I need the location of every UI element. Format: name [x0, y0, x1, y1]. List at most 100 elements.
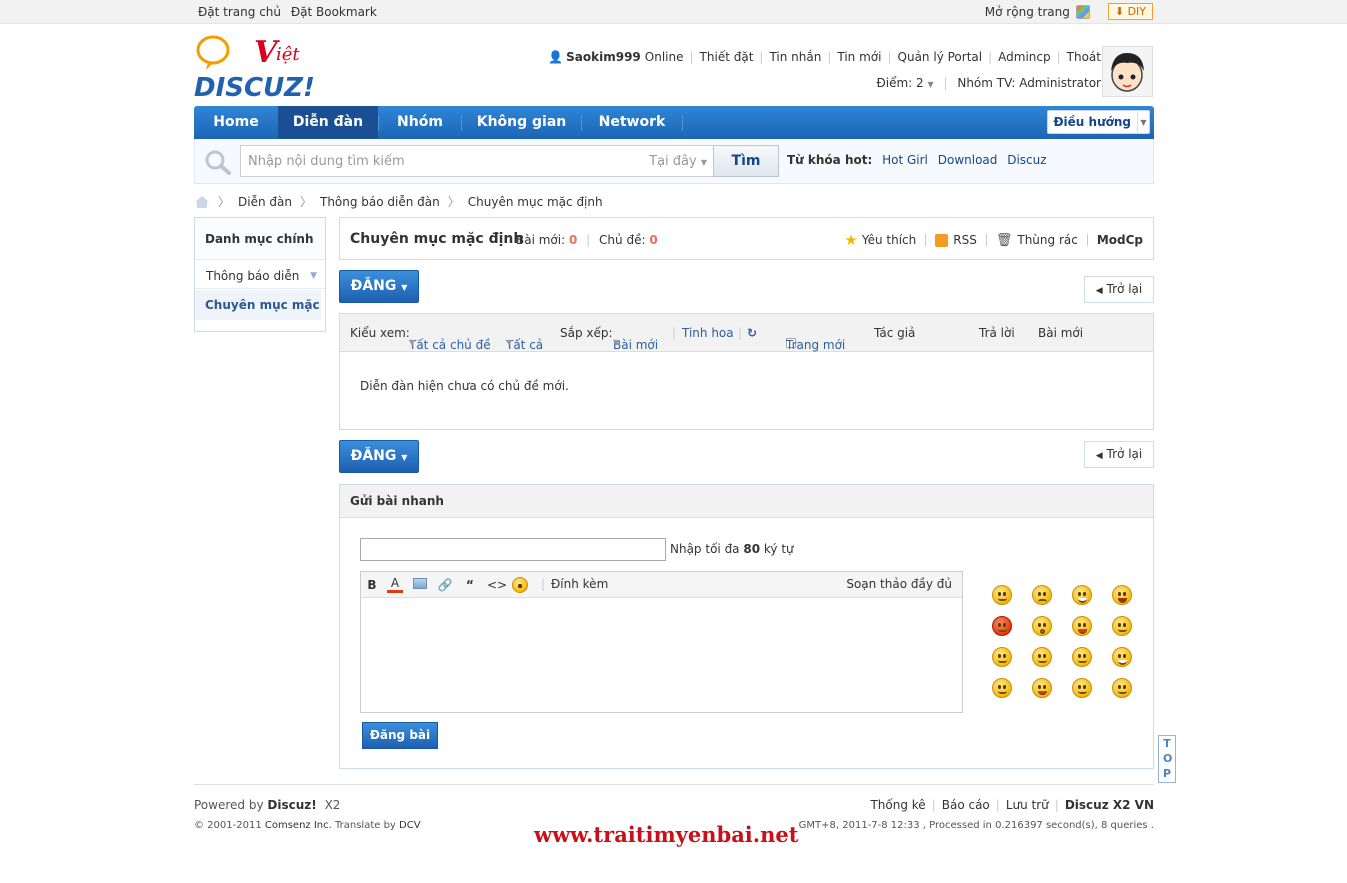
quick-post-panel: Gửi bài nhanh Nhập tối đa 80 ký tự B A 🔗… — [339, 484, 1154, 769]
caret-left-icon: ◀ — [1095, 451, 1103, 461]
image-icon[interactable] — [412, 577, 428, 593]
search-input[interactable]: Nhập nội dung tìm kiếm Tại đây ▼ — [240, 145, 714, 177]
back-button[interactable]: ◀ Trở lại — [1084, 276, 1154, 303]
laugh-smiley-icon[interactable] — [1112, 585, 1132, 605]
points-label: Điểm: 2 — [876, 76, 924, 90]
full-editor-link[interactable]: Soạn thảo đầy đủ — [846, 577, 952, 591]
powered-version: X2 — [324, 798, 341, 812]
dizzy-smiley-icon[interactable] — [1112, 678, 1132, 698]
rss-link[interactable]: RSS — [953, 233, 977, 247]
search-icon — [205, 150, 231, 175]
link-icon[interactable]: 🔗 — [437, 577, 453, 593]
portal-admin-link[interactable]: Quản lý Portal — [898, 50, 983, 64]
chevron-down-icon: ▼ — [401, 283, 408, 292]
smiley-icon[interactable] — [512, 577, 528, 593]
footer-report-link[interactable]: Báo cáo — [942, 798, 990, 812]
search-scope-select[interactable]: Tại đây ▼ — [649, 154, 707, 169]
hot-keyword-link[interactable]: Discuz — [1007, 153, 1046, 167]
shocked-smiley-icon[interactable] — [1032, 616, 1052, 636]
bold-icon[interactable]: B — [364, 577, 380, 593]
settings-link[interactable]: Thiết đặt — [700, 50, 754, 64]
attach-link[interactable]: Đính kèm — [551, 577, 608, 591]
modcp-link[interactable]: ModCp — [1097, 233, 1143, 247]
tongue-smiley-icon[interactable] — [1072, 616, 1092, 636]
admincp-link[interactable]: Admincp — [998, 50, 1050, 64]
code-icon[interactable]: <> — [487, 577, 507, 593]
translator-link[interactable]: DCV — [399, 820, 421, 831]
user-group: Nhóm TV: Administrator — [957, 76, 1101, 90]
nav-forum[interactable]: Diễn đàn — [278, 106, 378, 139]
subject-hint: Nhập tối đa 80 ký tự — [670, 542, 794, 556]
notices-link[interactable]: Tin mới — [837, 50, 881, 64]
back-button[interactable]: ◀ Trở lại — [1084, 441, 1154, 468]
breadcrumb-announcements[interactable]: Thông báo diễn đàn — [320, 195, 440, 209]
quote-icon[interactable]: “ — [462, 577, 478, 593]
star-icon: ★ — [844, 231, 858, 249]
font-color-icon[interactable]: A — [387, 577, 403, 593]
breadcrumb-forum[interactable]: Diễn đàn — [238, 195, 292, 209]
powered-brand-link[interactable]: Discuz! — [267, 798, 316, 812]
logout-link[interactable]: Thoát — [1067, 50, 1101, 64]
breadcrumb-default-category[interactable]: Chuyên mục mặc định — [468, 195, 603, 209]
angry-smiley-icon[interactable] — [992, 616, 1012, 636]
messages-link[interactable]: Tin nhắn — [769, 50, 821, 64]
thread-list: Kiểu xem: Tất cả chủ đề ▼ Tất cả ▼ Sắp x… — [339, 313, 1154, 430]
home-icon[interactable] — [194, 195, 210, 209]
navigation-menu-dropdown[interactable]: Điều hướng ▼ — [1046, 110, 1150, 134]
diy-label: DIY — [1127, 5, 1146, 18]
layout-icon[interactable] — [1075, 4, 1090, 19]
smiley-icon[interactable] — [992, 585, 1012, 605]
forum-actions: ★ Yêu thích RSS 🗑 Thùng rác ModCp — [844, 231, 1143, 249]
hot-keywords: Từ khóa hot: Hot Girl Download Discuz — [787, 153, 1053, 167]
submit-post-button[interactable]: Đăng bài — [362, 722, 438, 749]
expand-page-link[interactable]: Mở rộng trang — [985, 5, 1070, 19]
message-editor[interactable]: B A 🔗 “ <> | Đính kèm Soạn thảo đầy đủ — [360, 571, 963, 713]
cry-smiley-icon[interactable] — [1072, 647, 1092, 667]
footer-stats-link[interactable]: Thống kê — [870, 798, 925, 812]
back-label: Trở lại — [1106, 282, 1143, 296]
back-to-top-button[interactable]: TOP — [1158, 735, 1176, 783]
big-grin-smiley-icon[interactable] — [1112, 647, 1132, 667]
copyright-company-link[interactable]: Comsenz Inc. — [265, 820, 332, 831]
sidebar-item-announcements[interactable]: Thông báo diễn ▼ — [195, 263, 325, 289]
set-home-link[interactable]: Đặt trang chủ — [198, 5, 281, 19]
hint-suffix: ký tự — [763, 542, 794, 556]
sidebar-item-default-category[interactable]: Chuyên mục mặc — [195, 290, 321, 320]
thinking-smiley-icon[interactable] — [992, 647, 1012, 667]
new-post-button[interactable]: ĐĂNG ▼ — [339, 440, 419, 473]
trash-link[interactable]: Thùng rác — [1017, 233, 1077, 247]
nav-home[interactable]: Home — [194, 106, 278, 139]
favorite-link[interactable]: Yêu thích — [862, 233, 916, 247]
blush-smiley-icon[interactable] — [1032, 678, 1052, 698]
subject-input[interactable] — [360, 538, 666, 561]
username-link[interactable]: Saokim999 — [566, 50, 641, 64]
nav-groups[interactable]: Nhóm — [379, 106, 461, 139]
avatar[interactable] — [1102, 46, 1153, 97]
discuz-logo[interactable]: V iệt DISCUZ! — [194, 34, 324, 103]
sidebar-heading: Danh mục chính — [195, 218, 325, 260]
chevron-down-icon: ▼ — [1137, 111, 1149, 133]
view-all-label: Tất cả chủ đề — [409, 338, 491, 352]
sleepy-smiley-icon[interactable] — [1032, 647, 1052, 667]
hot-keyword-link[interactable]: Download — [938, 153, 998, 167]
digest-link[interactable]: Tinh hoa — [682, 326, 734, 340]
footer-archive-link[interactable]: Lưu trữ — [1006, 798, 1049, 812]
footer-divider — [194, 784, 1154, 785]
search-button[interactable]: Tìm — [713, 145, 779, 177]
love-smiley-icon[interactable] — [1112, 616, 1132, 636]
wink-smiley-icon[interactable] — [992, 678, 1012, 698]
hot-keyword-link[interactable]: Hot Girl — [882, 153, 928, 167]
nav-network[interactable]: Network — [582, 106, 682, 139]
quick-post-heading: Gửi bài nhanh — [340, 485, 1153, 518]
chevron-down-icon: ▼ — [613, 338, 620, 347]
nav-space[interactable]: Không gian — [462, 106, 581, 139]
sad-smiley-icon[interactable] — [1032, 585, 1052, 605]
grin-smiley-icon[interactable] — [1072, 585, 1092, 605]
points-dropdown[interactable]: Điểm: 2 ▼ — [876, 76, 933, 90]
editor-toolbar: B A 🔗 “ <> | Đính kèm Soạn thảo đầy đủ — [361, 572, 962, 598]
bookmark-link[interactable]: Đặt Bookmark — [291, 5, 377, 19]
diy-button[interactable]: ⬇ DIY — [1107, 3, 1153, 20]
refresh-icon[interactable]: ↻ — [747, 326, 757, 340]
new-post-button[interactable]: ĐĂNG ▼ — [339, 270, 419, 303]
sick-smiley-icon[interactable] — [1072, 678, 1092, 698]
